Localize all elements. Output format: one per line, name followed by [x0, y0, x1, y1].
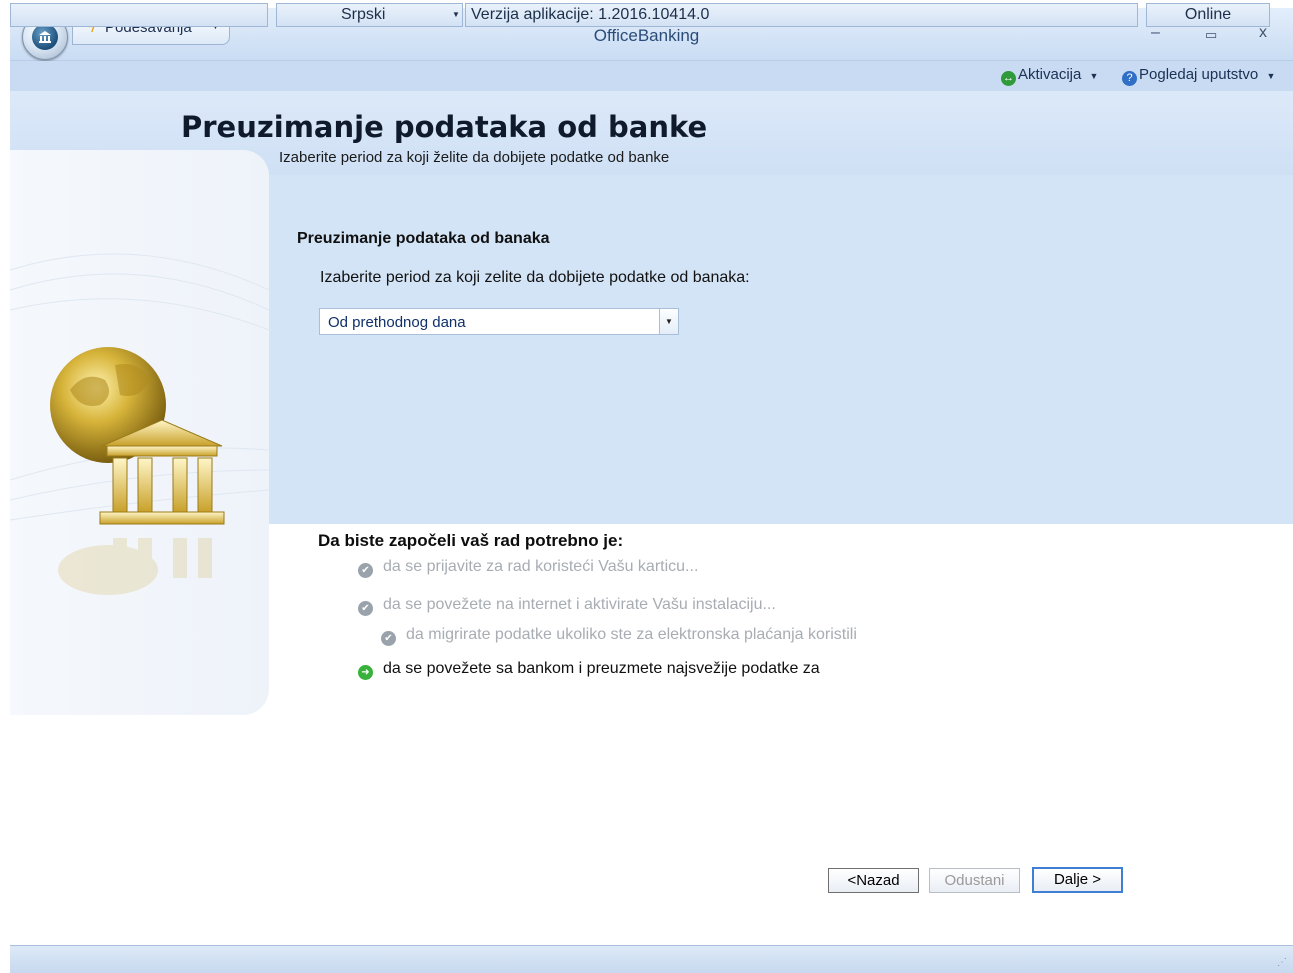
chevron-down-icon: ▼ — [452, 10, 460, 19]
activation-icon: ↔ — [1001, 71, 1016, 86]
next-button[interactable]: Dalje > — [1032, 867, 1123, 893]
check-icon: ✔ — [358, 563, 373, 578]
maximize-button[interactable]: ▭ — [1205, 27, 1217, 43]
window-title: OfficeBanking — [593, 26, 700, 45]
online-status: Online — [1146, 3, 1270, 27]
period-select[interactable]: Od prethodnog dana ▼ — [319, 308, 679, 335]
page-subtitle: Izaberite period za koji želite da dobij… — [279, 149, 670, 166]
check-icon: ✔ — [381, 631, 396, 646]
step-label: da migrirate podatke ukoliko ste za elek… — [406, 626, 857, 643]
step-item-login: ✔ da se prijavite za rad koristeći Vašu k… — [358, 558, 698, 578]
side-illustration-panel — [9, 150, 270, 715]
chevron-down-icon: ▼ — [1266, 71, 1276, 81]
page-title: Preuzimanje podataka od banke — [181, 110, 708, 144]
status-bar — [10, 945, 1293, 973]
step-item-activate: ✔ da se povežete na internet i aktivirate… — [358, 596, 776, 616]
resize-grip-icon[interactable]: ⋰ — [1277, 957, 1289, 969]
cancel-button[interactable]: Odustani — [929, 868, 1020, 893]
help-bar — [10, 61, 1293, 91]
version-label: Verzija aplikacije: 1.2016.10414.0 — [471, 6, 710, 23]
period-label: Izaberite period za koji zelite da dobij… — [320, 269, 750, 286]
manual-menu[interactable]: ? Pogledaj uputstvo ▼ — [1122, 66, 1275, 86]
language-select[interactable]: Srpski ▼ — [276, 3, 463, 27]
step-item-download: ➜ da se povežete sa bankom i preuzmete na… — [358, 660, 820, 680]
step-item-migrate: ✔ da migrirate podatke ukoliko ste za ele… — [381, 626, 857, 646]
chevron-down-icon: ▼ — [1089, 71, 1099, 81]
step-label: da se prijavite za rad koristeći Vašu ka… — [383, 558, 699, 575]
version-info: Verzija aplikacije: 1.2016.10414.0 — [465, 3, 1138, 27]
check-icon: ✔ — [358, 601, 373, 616]
period-select-value: Od prethodnog dana — [328, 314, 466, 331]
globe-bank-illustration — [9, 253, 270, 595]
activation-menu[interactable]: ↔ Aktivacija ▼ — [1001, 66, 1098, 86]
steps-title: Da biste započeli vaš rad potrebno je: — [318, 531, 624, 550]
manual-label: Pogledaj uputstvo — [1139, 66, 1259, 83]
content-panel — [269, 175, 1293, 524]
back-button[interactable]: <Nazad — [828, 868, 919, 893]
arrow-right-icon: ➜ — [358, 665, 373, 680]
step-label: da se povežete na internet i aktivirate … — [383, 596, 776, 613]
status-cell-empty — [10, 3, 268, 27]
step-label: da se povežete sa bankom i preuzmete naj… — [383, 660, 820, 677]
section-title: Preuzimanje podataka od banaka — [297, 230, 550, 247]
language-label: Srpski — [341, 6, 386, 23]
window-left-edge — [0, 0, 10, 972]
chevron-down-icon[interactable]: ▼ — [659, 309, 678, 334]
activation-label: Aktivacija — [1018, 66, 1082, 83]
help-icon: ? — [1122, 71, 1137, 86]
